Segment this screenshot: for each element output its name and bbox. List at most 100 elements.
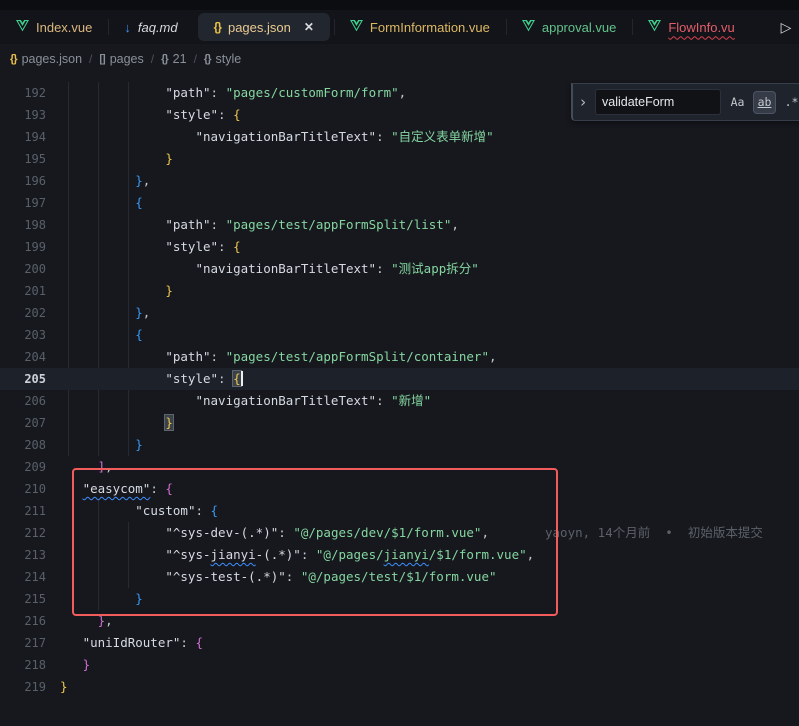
line-number: 219	[0, 676, 46, 698]
line-number: 200	[0, 258, 46, 280]
code-editor[interactable]: 192 "path": "pages/customForm/form",193 …	[0, 74, 799, 726]
code-line-219[interactable]: 219}	[0, 676, 799, 698]
tab-index-vue[interactable]: Index.vue	[0, 13, 108, 41]
code-token: jianyi	[384, 547, 429, 562]
breadcrumb-separator: /	[89, 52, 92, 66]
code-line-216[interactable]: 216 },	[0, 610, 799, 632]
code-token: ,	[489, 349, 497, 364]
code-line-217[interactable]: 217 "uniIdRouter": {	[0, 632, 799, 654]
code-line-197[interactable]: 197 {	[0, 192, 799, 214]
array-icon: []	[99, 53, 104, 65]
code-token: "新增"	[391, 393, 431, 408]
code-token: }	[60, 679, 68, 694]
window-top-strip	[0, 0, 799, 10]
code-line-218[interactable]: 218 }	[0, 654, 799, 676]
code-line-198[interactable]: 198 "path": "pages/test/appFormSplit/lis…	[0, 214, 799, 236]
line-number: 205	[0, 368, 46, 390]
code-line-209[interactable]: 209 ],	[0, 456, 799, 478]
line-content: "path": "pages/test/appFormSplit/contain…	[60, 346, 497, 368]
line-content: "^sys-dev-(.*)": "@/pages/dev/$1/form.vu…	[60, 522, 763, 544]
code-token: :	[211, 85, 226, 100]
breadcrumb-label: pages	[110, 52, 144, 66]
code-line-212[interactable]: 212 "^sys-dev-(.*)": "@/pages/dev/$1/for…	[0, 522, 799, 544]
code-token: }	[165, 415, 173, 430]
code-line-206[interactable]: 206 "navigationBarTitleText": "新增"	[0, 390, 799, 412]
code-token: :	[180, 635, 195, 650]
code-line-203[interactable]: 203 {	[0, 324, 799, 346]
breadcrumb-item-style[interactable]: {}style	[204, 52, 241, 66]
run-button[interactable]: ▷	[773, 19, 799, 36]
line-content: "^sys-jianyi-(.*)": "@/pages/jianyi/$1/f…	[60, 544, 534, 566]
tab-forminformation-vue[interactable]: FormInformation.vue	[334, 13, 506, 41]
vue-icon	[522, 20, 535, 35]
code-token: -(.*)"	[256, 547, 301, 562]
close-icon[interactable]: ✕	[304, 20, 314, 34]
code-line-213[interactable]: 213 "^sys-jianyi-(.*)": "@/pages/jianyi/…	[0, 544, 799, 566]
code-line-207[interactable]: 207 }	[0, 412, 799, 434]
code-line-208[interactable]: 208 }	[0, 434, 799, 456]
tab-list: Index.vue ↓faq.md{}pages.json✕FormInforma…	[0, 10, 773, 44]
breadcrumb-item-pages[interactable]: [] pages	[99, 52, 143, 66]
code-token: ,	[481, 525, 489, 540]
code-token: "^sys-	[165, 547, 210, 562]
whole-word-label: ab	[758, 95, 772, 109]
line-number: 218	[0, 654, 46, 676]
code-token: "style"	[165, 239, 218, 254]
code-line-200[interactable]: 200 "navigationBarTitleText": "测试app拆分"	[0, 258, 799, 280]
code-token: "uniIdRouter"	[83, 635, 181, 650]
code-token: :	[286, 569, 301, 584]
line-content: }	[60, 676, 68, 698]
code-line-201[interactable]: 201 }	[0, 280, 799, 302]
code-line-196[interactable]: 196 },	[0, 170, 799, 192]
tab-faq-md[interactable]: ↓faq.md	[108, 13, 193, 41]
tab-label: Index.vue	[36, 20, 92, 35]
line-content: {	[60, 324, 143, 346]
object-icon: {}	[204, 53, 211, 65]
code-token: :	[376, 393, 391, 408]
code-token: }	[135, 305, 143, 320]
code-token: "自定义表单新增"	[391, 129, 494, 144]
code-token: :	[211, 217, 226, 232]
code-line-195[interactable]: 195 }	[0, 148, 799, 170]
code-token: :	[376, 261, 391, 276]
code-token: ,	[143, 173, 151, 188]
code-token: }	[135, 173, 143, 188]
line-number: 192	[0, 82, 46, 104]
code-line-199[interactable]: 199 "style": {	[0, 236, 799, 258]
code-token: }	[135, 591, 143, 606]
line-content: },	[60, 302, 150, 324]
code-token: :	[376, 129, 391, 144]
vue-icon	[350, 20, 363, 32]
breadcrumb-item-21[interactable]: {}21	[161, 52, 186, 66]
line-content: "style": {	[60, 104, 241, 126]
code-line-214[interactable]: 214 "^sys-test-(.*)": "@/pages/test/$1/f…	[0, 566, 799, 588]
whole-word-button[interactable]: ab	[754, 92, 775, 113]
code-line-211[interactable]: 211 "custom": {	[0, 500, 799, 522]
breadcrumb-item-pages-json[interactable]: {}pages.json	[10, 52, 82, 66]
code-line-210[interactable]: 210 "easycom": {	[0, 478, 799, 500]
find-input[interactable]	[595, 89, 721, 115]
regex-button[interactable]: .*	[781, 92, 799, 113]
code-token: "navigationBarTitleText"	[195, 393, 376, 408]
line-content: }	[60, 148, 173, 170]
tab-pages-json[interactable]: {}pages.json✕	[198, 13, 330, 41]
code-line-204[interactable]: 204 "path": "pages/test/appFormSplit/con…	[0, 346, 799, 368]
code-line-205[interactable]: 205 "style": {	[0, 368, 799, 390]
code-token: ,	[105, 459, 113, 474]
tab-label: approval.vue	[542, 20, 616, 35]
code-token: ,	[105, 613, 113, 628]
line-number: 203	[0, 324, 46, 346]
code-token: {	[195, 635, 203, 650]
code-token: :	[301, 547, 316, 562]
code-token: :	[211, 349, 226, 364]
code-token: }	[165, 283, 173, 298]
toggle-replace-chevron-icon[interactable]: ›	[577, 93, 589, 111]
code-line-202[interactable]: 202 },	[0, 302, 799, 324]
tab-flowinfo-vu[interactable]: FlowInfo.vu	[632, 13, 750, 41]
tab-approval-vue[interactable]: approval.vue	[506, 13, 632, 41]
code-line-215[interactable]: 215 }	[0, 588, 799, 610]
line-content: "uniIdRouter": {	[60, 632, 203, 654]
match-case-button[interactable]: Aa	[727, 92, 748, 113]
breadcrumb-separator: /	[151, 52, 154, 66]
code-line-194[interactable]: 194 "navigationBarTitleText": "自定义表单新增"	[0, 126, 799, 148]
